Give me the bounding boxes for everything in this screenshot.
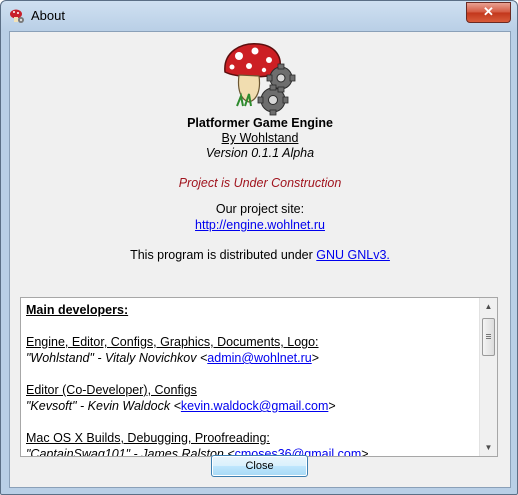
credit-entry: Editor (Co-Developer), Configs "Kevsoft"… [26, 382, 476, 414]
close-button[interactable]: Close [211, 455, 308, 477]
mushroom-gears-logo [224, 43, 296, 116]
window-close-button[interactable]: ✕ [466, 2, 511, 23]
license-prefix: This program is distributed under [130, 248, 317, 262]
site-label: Our project site: [215, 202, 305, 216]
credit-person: "Wohlstand" - Vitaly Novichkov < [26, 351, 208, 365]
title-bar[interactable]: About ✕ [1, 1, 517, 31]
scrollbar-thumb[interactable] [482, 318, 495, 356]
credit-suffix: > [361, 447, 369, 457]
author-link[interactable]: By Wohlstand [222, 131, 299, 145]
mushroom-gear-icon [10, 9, 24, 23]
credit-email-link[interactable]: admin@wohlnet.ru [207, 351, 311, 365]
credit-role: Engine, Editor, Configs, Graphics, Docum… [26, 335, 319, 349]
credit-person: "CaptainSwag101" - James Ralston < [26, 447, 235, 457]
version-text: Version 0.1.1 Alpha [205, 146, 315, 160]
site-link[interactable]: http://engine.wohlnet.ru [195, 218, 325, 232]
credit-email-link[interactable]: kevin.waldock@gmail.com [181, 399, 328, 413]
credits-scrollbar[interactable]: ▲ ▼ [479, 298, 497, 456]
scroll-down-arrow-icon[interactable]: ▼ [480, 439, 497, 456]
credit-suffix: > [311, 351, 320, 365]
credits-content: Main developers: Engine, Editor, Configs… [26, 302, 476, 457]
about-window: About ✕ Platformer Game Engine By Wohlst… [0, 0, 518, 495]
credit-person: "Kevsoft" - Kevin Waldock < [26, 399, 181, 413]
about-client-area: Platformer Game Engine By Wohlstand Vers… [9, 31, 511, 488]
credits-heading: Main developers: [26, 303, 129, 317]
license-link[interactable]: GNU GNLv3. [316, 248, 390, 262]
status-text: Project is Under Construction [178, 176, 342, 190]
scroll-up-arrow-icon[interactable]: ▲ [480, 298, 497, 315]
site-line: http://engine.wohlnet.ru [10, 218, 510, 232]
credit-entry: Engine, Editor, Configs, Graphics, Docum… [26, 334, 476, 366]
license-line: This program is distributed under GNU GN… [10, 248, 510, 262]
product-name: Platformer Game Engine [187, 116, 333, 130]
credit-entry: Mac OS X Builds, Debugging, Proofreading… [26, 430, 476, 457]
credit-role: Mac OS X Builds, Debugging, Proofreading… [26, 431, 270, 445]
credit-suffix: > [328, 399, 336, 413]
credit-role: Editor (Co-Developer), Configs [26, 383, 197, 397]
window-title: About [31, 8, 65, 23]
credits-textbox[interactable]: Main developers: Engine, Editor, Configs… [20, 297, 498, 457]
author-line: By Wohlstand [10, 131, 510, 145]
